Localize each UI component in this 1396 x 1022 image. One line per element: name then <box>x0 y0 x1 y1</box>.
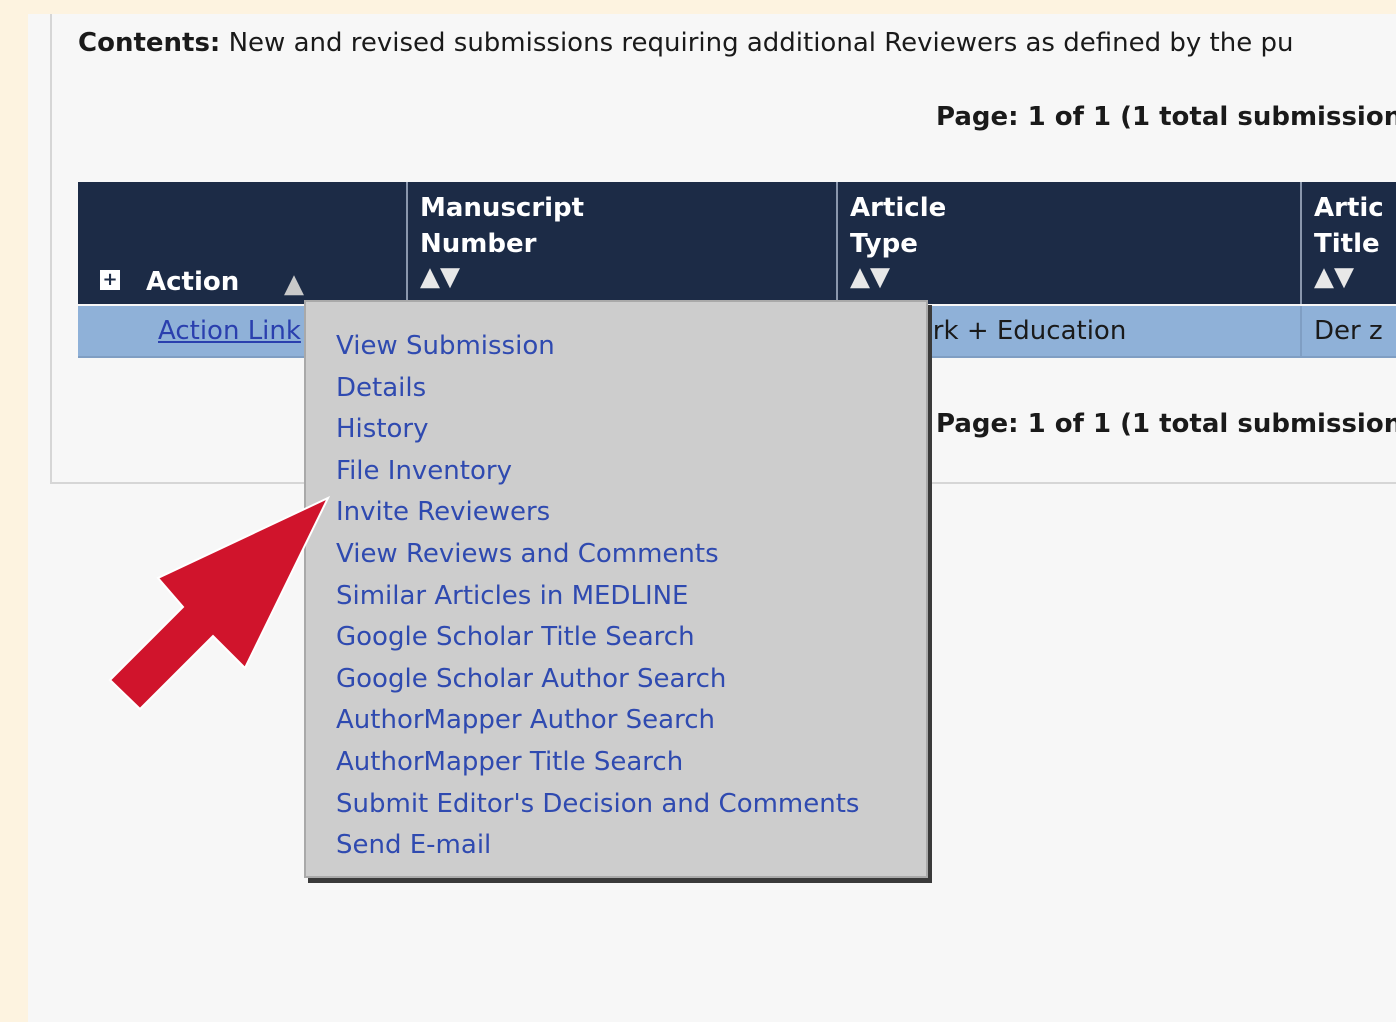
menu-item-scholar-title-search[interactable]: Google Scholar Title Search <box>336 617 859 659</box>
plus-square-icon[interactable]: + <box>100 270 120 290</box>
menu-item-authormapper-title[interactable]: AuthorMapper Title Search <box>336 742 859 784</box>
contents-label: Contents: <box>78 28 221 58</box>
sort-asc-icon[interactable]: ▲ <box>284 266 304 302</box>
menu-item-authormapper-author[interactable]: AuthorMapper Author Search <box>336 700 859 742</box>
column-label-action: Action <box>146 267 240 297</box>
pager-top: Page: 1 of 1 (1 total submission <box>936 102 1396 132</box>
sort-arrows-icon[interactable]: ▲▼ <box>420 262 460 292</box>
menu-item-invite-reviewers[interactable]: Invite Reviewers <box>336 492 859 534</box>
column-header-manuscript-number[interactable]: Manuscript Number ▲▼ <box>408 182 838 304</box>
menu-item-view-submission[interactable]: View Submission <box>336 326 859 368</box>
contents-description: Contents: New and revised submissions re… <box>78 28 1293 58</box>
article-title-cell: Der z <box>1314 316 1383 346</box>
column-label-manuscript-number: Manuscript Number <box>420 193 585 259</box>
action-menu-list: View Submission Details History File Inv… <box>336 326 859 867</box>
action-menu: View Submission Details History File Inv… <box>304 300 928 878</box>
menu-item-details[interactable]: Details <box>336 368 859 410</box>
menu-item-similar-articles[interactable]: Similar Articles in MEDLINE <box>336 576 859 618</box>
column-label-article-title: Artic Title <box>1314 193 1384 259</box>
sort-arrows-icon[interactable]: ▲▼ <box>850 262 890 292</box>
menu-item-send-email[interactable]: Send E-mail <box>336 825 859 867</box>
menu-item-scholar-author-search[interactable]: Google Scholar Author Search <box>336 659 859 701</box>
sort-arrows-icon[interactable]: ▲▼ <box>1314 262 1354 292</box>
menu-item-history[interactable]: History <box>336 409 859 451</box>
column-label-article-type: Article Type <box>850 193 947 259</box>
menu-item-file-inventory[interactable]: File Inventory <box>336 451 859 493</box>
pager-bottom: Page: 1 of 1 (1 total submission <box>936 409 1396 439</box>
column-header-article-type[interactable]: Article Type ▲▼ <box>838 182 1302 304</box>
column-header-action[interactable]: + Action ▲ <box>78 182 408 304</box>
editorial-screen: Contents: New and revised submissions re… <box>28 14 1396 1022</box>
menu-item-submit-decision[interactable]: Submit Editor's Decision and Comments <box>336 784 859 826</box>
column-header-article-title[interactable]: Artic Title ▲▼ <box>1302 182 1396 304</box>
contents-text: New and revised submissions requiring ad… <box>228 28 1294 58</box>
action-link[interactable]: Action Link <box>158 316 301 346</box>
menu-item-view-reviews[interactable]: View Reviews and Comments <box>336 534 859 576</box>
